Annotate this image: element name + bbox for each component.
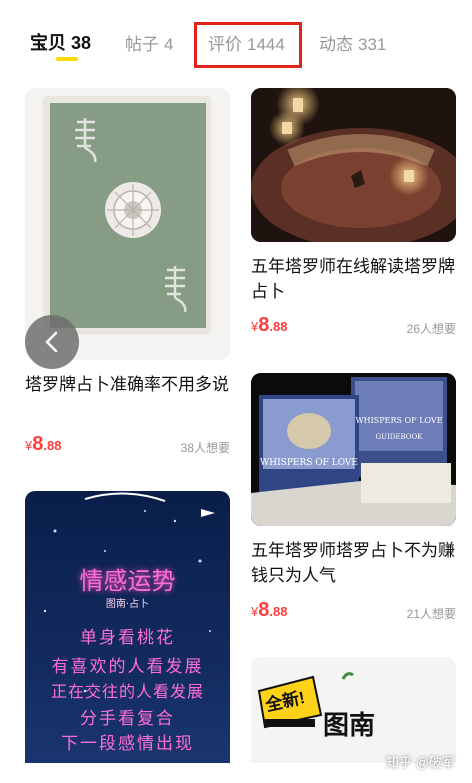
item-2-image — [251, 88, 456, 242]
love-card-line-1: 单身看桃花 — [80, 628, 175, 648]
item-1-wants: 38人想要 — [180, 441, 230, 455]
watermark: 知乎 @破军 — [386, 755, 455, 770]
item-2-price-dec: .88 — [269, 319, 288, 334]
tab-activity-label: 动态 — [319, 35, 353, 54]
item-4-image: 情感运势 图南·占卜 单身看桃花 有喜欢的人看发展 正在交往的人看发展 分手看复… — [25, 491, 230, 763]
item-2-wants: 26人想要 — [406, 322, 456, 336]
tab-posts[interactable]: 帖子 4 — [125, 30, 173, 55]
active-tab-underline — [56, 57, 78, 61]
item-2-price: ¥8.88 — [251, 314, 287, 337]
item-3-card-text: WHISPERS OF LOVE — [260, 458, 358, 468]
item-1-title: 塔罗牌占卜准确率不用多说 — [25, 375, 229, 394]
item-3-wants: 21人想要 — [406, 607, 456, 621]
item-3-price: ¥8.88 — [251, 599, 287, 622]
item-3-price-dec: .88 — [269, 604, 288, 619]
tab-activity[interactable]: 动态 331 — [319, 30, 386, 55]
tab-items-label: 宝贝 — [30, 33, 66, 53]
love-card-line-4: 分手看复合 — [80, 709, 175, 729]
love-card-line-3: 正在交往的人看发展 — [50, 682, 204, 701]
item-1-price: ¥8.88 — [25, 433, 61, 456]
item-1-price-int: 8 — [32, 433, 44, 455]
new-card-logo-text: 图南 — [323, 710, 376, 740]
reviews-highlight-box — [194, 22, 302, 68]
item-2-price-int: 8 — [258, 314, 270, 336]
tab-activity-count: 331 — [358, 35, 387, 54]
tab-items-count: 38 — [71, 33, 92, 53]
item-1-price-dec: .88 — [43, 438, 62, 453]
love-card-title: 情感运势 — [79, 567, 176, 595]
tab-items[interactable]: 宝贝 38 — [30, 29, 91, 55]
back-button[interactable] — [25, 315, 79, 369]
tab-posts-label: 帖子 — [125, 35, 159, 54]
item-3-image: WHISPERS OF LOVE WHISPERS OF LOVE GUIDEB… — [251, 373, 456, 526]
item-2-title: 五年塔罗师在线解读塔罗牌占卜 — [251, 257, 455, 301]
love-card-line-5: 下一段感情出现 — [61, 734, 194, 754]
tab-posts-count: 4 — [164, 35, 174, 54]
love-card-subtitle: 图南·占卜 — [105, 599, 150, 610]
item-3-title: 五年塔罗师塔罗占卜不为赚钱只为人气 — [251, 541, 455, 585]
chevron-left-icon — [45, 331, 58, 353]
item-3-guidebook-text: GUIDEBOOK — [376, 433, 424, 441]
love-card-line-2: 有喜欢的人看发展 — [51, 657, 204, 677]
item-3-price-int: 8 — [258, 599, 270, 621]
item-5-image: 全新! 图南 — [251, 657, 456, 763]
item-3-box-text: WHISPERS OF LOVE — [355, 416, 442, 425]
